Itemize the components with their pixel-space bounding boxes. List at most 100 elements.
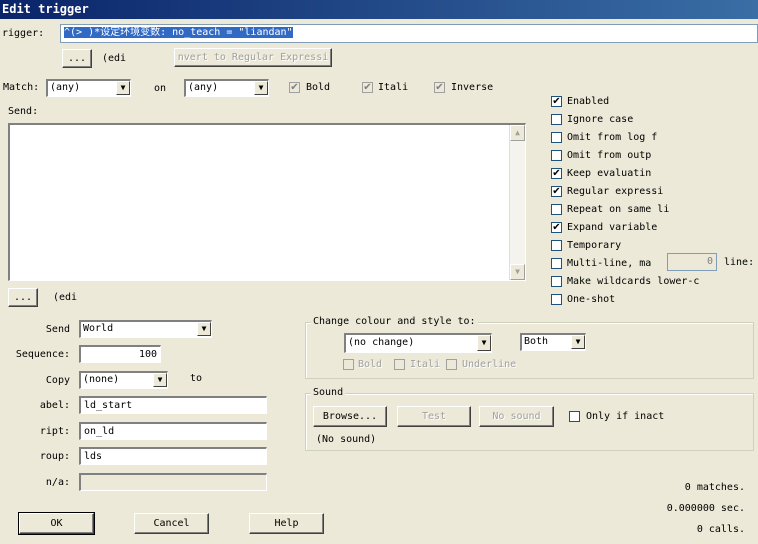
variable-label: n/a: xyxy=(45,477,70,488)
multiline-suffix: line: xyxy=(724,257,755,268)
calls-count: 0 calls. xyxy=(696,524,745,535)
colour-underline-label: Underline xyxy=(462,359,517,370)
option-omit-log-checkbox[interactable] xyxy=(551,132,562,143)
option-expand-variables-label: Expand variable xyxy=(567,222,658,233)
group-label: roup: xyxy=(39,451,70,462)
sound-group-title: Sound xyxy=(311,387,346,399)
copy-select[interactable]: (none) ▼ xyxy=(79,371,168,389)
option-repeat-same-line-label: Repeat on same li xyxy=(567,204,670,215)
label-label: abel: xyxy=(39,400,70,411)
test-sound-button[interactable]: Test xyxy=(397,406,471,427)
send-label: Send: xyxy=(8,106,39,117)
help-button[interactable]: Help xyxy=(249,513,324,534)
chevron-down-icon: ▼ xyxy=(477,335,491,351)
send-scrollbar[interactable]: ▲ ▼ xyxy=(509,125,525,280)
option-temporary-label: Temporary xyxy=(567,240,622,251)
option-regular-expression-checkbox[interactable]: ✔ xyxy=(551,186,562,197)
option-enabled-checkbox[interactable]: ✔ xyxy=(551,96,562,107)
sequence-label: Sequence: xyxy=(15,349,70,360)
option-multi-line-checkbox[interactable] xyxy=(551,258,562,269)
option-expand-variables-checkbox[interactable]: ✔ xyxy=(551,222,562,233)
option-ignore-case-checkbox[interactable] xyxy=(551,114,562,125)
scroll-up-icon[interactable]: ▲ xyxy=(510,125,525,141)
trigger-input-text: ^(> )*设定环境变数: no_teach = "liandan" xyxy=(64,27,293,38)
script-label: ript: xyxy=(39,426,70,437)
sequence-input[interactable]: 100 xyxy=(79,345,161,363)
trigger-edit-hint: (edi xyxy=(102,53,127,64)
match-italic-checkbox[interactable]: ✔ xyxy=(362,82,373,93)
send-to-value: World xyxy=(83,323,114,334)
colour-bold-label: Bold xyxy=(358,359,383,370)
option-keep-evaluating-checkbox[interactable]: ✔ xyxy=(551,168,562,179)
copy-label: Copy xyxy=(45,375,70,386)
match-bold-checkbox[interactable]: ✔ xyxy=(289,82,300,93)
ok-button[interactable]: OK xyxy=(18,512,95,535)
script-input[interactable]: on_ld xyxy=(79,422,267,440)
cancel-button[interactable]: Cancel xyxy=(134,513,209,534)
option-enabled-label: Enabled xyxy=(567,96,610,107)
trigger-input[interactable]: ^(> )*设定环境变数: no_teach = "liandan" xyxy=(60,24,758,43)
match-background-select[interactable]: (any) ▼ xyxy=(184,79,269,97)
label-input[interactable]: ld_start xyxy=(79,396,267,414)
copy-value: (none) xyxy=(83,374,120,385)
window-title: Edit trigger xyxy=(0,0,758,19)
send-to-label: Send xyxy=(45,324,70,335)
group-input[interactable]: lds xyxy=(79,447,267,465)
option-temporary-checkbox[interactable] xyxy=(551,240,562,251)
current-sound-text: (No sound) xyxy=(316,434,377,445)
both-select[interactable]: Both ▼ xyxy=(520,333,586,351)
match-time: 0.000000 sec. xyxy=(666,503,745,514)
both-value: Both xyxy=(524,336,549,347)
colour-select[interactable]: (no change) ▼ xyxy=(344,333,492,353)
trigger-label: rigger: xyxy=(2,28,45,39)
match-inverse-label: Inverse xyxy=(451,82,494,93)
send-to-select[interactable]: World ▼ xyxy=(79,320,212,338)
chevron-down-icon: ▼ xyxy=(254,81,268,95)
match-bold-label: Bold xyxy=(306,82,331,93)
send-textarea[interactable]: ▲ ▼ xyxy=(8,123,526,281)
matches-count: 0 matches. xyxy=(684,482,745,493)
option-regular-expression-label: Regular expressi xyxy=(567,186,664,197)
colour-bold-checkbox[interactable] xyxy=(343,359,354,370)
browse-button[interactable]: Browse... xyxy=(313,406,387,427)
only-inactive-checkbox[interactable] xyxy=(569,411,580,422)
match-inverse-checkbox[interactable]: ✔ xyxy=(434,82,445,93)
multiline-count-input[interactable]: 0 xyxy=(667,253,717,271)
option-repeat-same-line-checkbox[interactable] xyxy=(551,204,562,215)
option-wildcards-lower-label: Make wildcards lower-c xyxy=(567,276,700,287)
chevron-down-icon: ▼ xyxy=(116,81,130,95)
colour-value: (no change) xyxy=(348,337,415,348)
option-one-shot-label: One-shot xyxy=(567,294,616,305)
only-inactive-label: Only if inact xyxy=(586,411,665,422)
chevron-down-icon: ▼ xyxy=(153,373,167,387)
match-on-label: on xyxy=(154,83,167,94)
option-omit-log-label: Omit from log f xyxy=(567,132,658,143)
no-sound-button[interactable]: No sound xyxy=(479,406,554,427)
colour-italic-label: Itali xyxy=(410,359,441,370)
match-foreground-value: (any) xyxy=(50,82,81,93)
send-edit-hint: (edi xyxy=(53,292,78,303)
send-edit-button[interactable]: ... xyxy=(8,288,38,307)
copy-to-label: to xyxy=(190,373,203,384)
option-wildcards-lower-checkbox[interactable] xyxy=(551,276,562,287)
chevron-down-icon: ▼ xyxy=(571,335,585,349)
options-list: ✔ Enabled Ignore case Omit from log f Om… xyxy=(550,95,758,311)
colour-underline-checkbox[interactable] xyxy=(446,359,457,370)
match-background-value: (any) xyxy=(188,82,219,93)
match-italic-label: Itali xyxy=(378,82,409,93)
option-omit-output-checkbox[interactable] xyxy=(551,150,562,161)
option-one-shot-checkbox[interactable] xyxy=(551,294,562,305)
option-keep-evaluating-label: Keep evaluatin xyxy=(567,168,652,179)
colour-italic-checkbox[interactable] xyxy=(394,359,405,370)
trigger-edit-button[interactable]: ... xyxy=(62,49,92,68)
variable-input[interactable] xyxy=(79,473,267,491)
match-label: Match: xyxy=(3,82,40,93)
colour-group-title: Change colour and style to: xyxy=(311,316,478,328)
match-foreground-select[interactable]: (any) ▼ xyxy=(46,79,131,97)
option-multi-line-label: Multi-line, ma xyxy=(567,258,652,269)
option-ignore-case-label: Ignore case xyxy=(567,114,634,125)
option-omit-output-label: Omit from outp xyxy=(567,150,652,161)
scroll-down-icon[interactable]: ▼ xyxy=(510,264,525,280)
chevron-down-icon: ▼ xyxy=(197,322,211,336)
convert-to-regex-button[interactable]: nvert to Regular Expressi xyxy=(174,48,332,67)
